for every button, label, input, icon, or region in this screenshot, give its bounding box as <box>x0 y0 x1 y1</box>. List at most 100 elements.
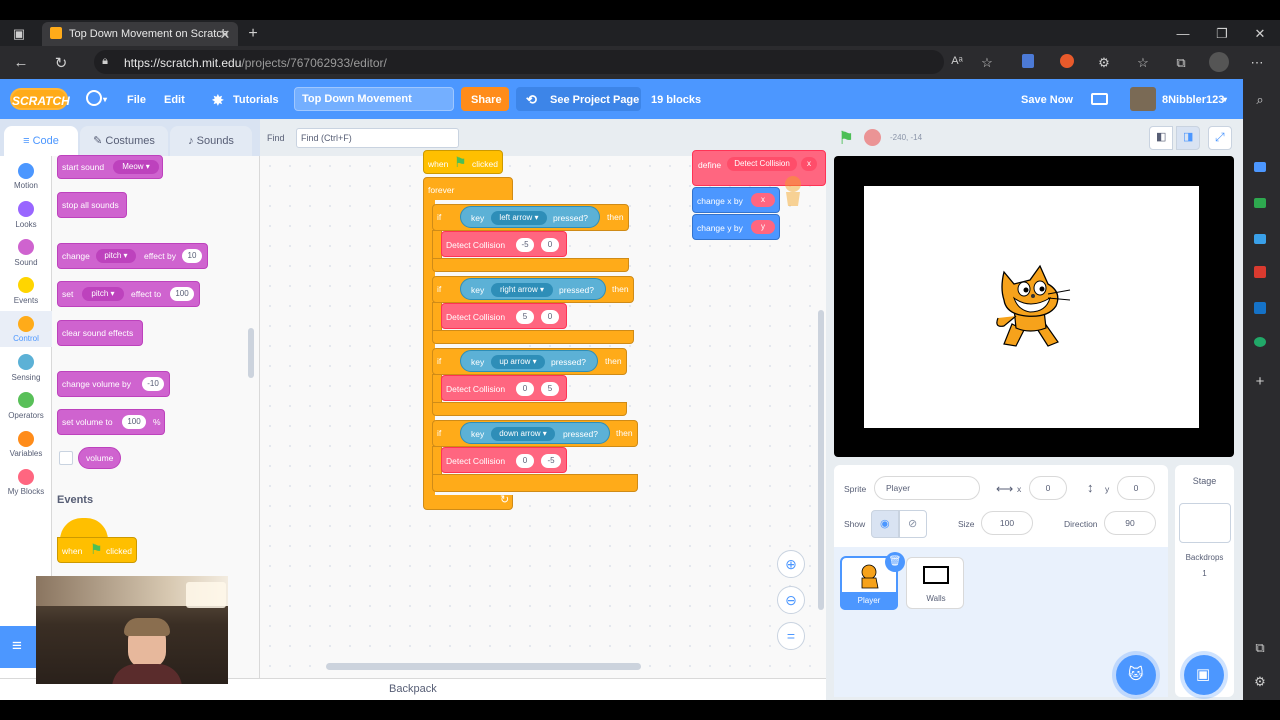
pitch-dropdown[interactable]: pitch ▾ <box>96 249 136 263</box>
category-events-label[interactable]: Events <box>0 296 52 305</box>
category-sound-label[interactable]: Sound <box>0 258 52 267</box>
change-volume-input[interactable]: -10 <box>142 377 164 391</box>
category-looks-icon[interactable] <box>18 201 34 217</box>
tab-sounds[interactable]: ♪ Sounds <box>170 126 252 156</box>
volume-reporter[interactable]: volume <box>78 447 121 469</box>
tab-costumes[interactable]: ✎ Costumes <box>80 126 168 156</box>
choose-sprite-button[interactable]: 🐱︎ <box>1116 655 1156 695</box>
detect-collision-call-down[interactable]: Detect Collision 0 -5 <box>441 447 567 473</box>
detect-right-y-input[interactable]: 0 <box>541 310 559 324</box>
category-variables-label[interactable]: Variables <box>0 449 52 458</box>
stop-all-sounds-block[interactable]: stop all sounds <box>57 192 127 218</box>
detect-collision-call-up[interactable]: Detect Collision 0 5 <box>441 375 567 401</box>
zoom-out-button[interactable]: ⊖ <box>777 586 805 614</box>
key-left-pressed-sensor[interactable]: key left arrow ▾ pressed? <box>460 206 600 228</box>
collections-icon[interactable]: ⧉ <box>1174 55 1188 71</box>
choose-backdrop-button[interactable]: ▣ <box>1184 655 1224 695</box>
sidebar-office-icon[interactable] <box>1254 266 1266 278</box>
detect-down-y-input[interactable]: -5 <box>541 454 561 468</box>
set-volume-block[interactable]: set volume to 100 % <box>57 409 165 435</box>
set-pitch-dropdown[interactable]: pitch ▾ <box>82 287 124 301</box>
detect-left-y-input[interactable]: 0 <box>541 238 559 252</box>
set-volume-input[interactable]: 100 <box>122 415 146 429</box>
set-pitch-effect-block[interactable]: set pitch ▾ effect to 100 <box>57 281 200 307</box>
show-hidden-button[interactable]: ⊘ <box>899 510 927 538</box>
edit-menu[interactable]: Edit <box>164 94 185 106</box>
define-param-x[interactable]: x <box>801 157 817 171</box>
when-flag-clicked-block[interactable]: when ⚑ clicked <box>423 150 503 174</box>
category-operators-label[interactable]: Operators <box>0 411 52 420</box>
file-menu[interactable]: File <box>127 94 146 106</box>
sprite-tile-walls[interactable]: Walls <box>906 557 964 609</box>
volume-monitor-checkbox[interactable] <box>59 451 73 465</box>
sprite-name-field[interactable]: Player <box>874 476 980 500</box>
sound-dropdown[interactable]: Meow ▾ <box>113 160 159 174</box>
tutorials-menu[interactable]: Tutorials <box>233 94 279 106</box>
close-window-icon[interactable]: ✕ <box>1253 26 1267 42</box>
tutorials-bulb-icon[interactable]: ✸ <box>212 92 224 109</box>
x-field[interactable]: 0 <box>1029 476 1067 500</box>
change-x-by-block[interactable]: change x by x <box>692 187 780 213</box>
detect-collision-call-left[interactable]: Detect Collision -5 0 <box>441 231 567 257</box>
category-operators-icon[interactable] <box>18 392 34 408</box>
size-field[interactable]: 100 <box>981 511 1033 535</box>
language-chevron-icon[interactable]: ▾ <box>103 95 107 104</box>
change-pitch-effect-block[interactable]: change pitch ▾ effect by 10 <box>57 243 208 269</box>
sidebar-outlook-icon[interactable] <box>1254 302 1266 314</box>
save-now-button[interactable]: Save Now <box>1021 94 1073 106</box>
key-down-dropdown[interactable]: down arrow ▾ <box>491 427 555 441</box>
detect-up-y-input[interactable]: 5 <box>541 382 559 396</box>
category-motion-label[interactable]: Motion <box>0 181 52 190</box>
maximize-icon[interactable]: ❐ <box>1215 26 1229 42</box>
change-y-param[interactable]: y <box>751 220 775 234</box>
clear-sound-effects-block[interactable]: clear sound effects <box>57 320 143 346</box>
palette-scrollbar[interactable] <box>248 328 254 378</box>
start-sound-block[interactable]: start sound Meow ▾ <box>57 155 163 179</box>
key-right-dropdown[interactable]: right arrow ▾ <box>491 283 553 297</box>
scratch-logo[interactable]: SCRATCH <box>10 88 70 110</box>
detect-left-x-input[interactable]: -5 <box>516 238 534 252</box>
y-field[interactable]: 0 <box>1117 476 1155 500</box>
tab-code[interactable]: ≡ Code <box>4 126 78 156</box>
new-tab-icon[interactable]: + <box>245 25 261 43</box>
show-visible-button[interactable]: ◉ <box>871 510 899 538</box>
workspace-vertical-scrollbar[interactable] <box>818 310 824 610</box>
key-up-pressed-sensor[interactable]: key up arrow ▾ pressed? <box>460 350 598 372</box>
category-myblocks-icon[interactable] <box>18 469 34 485</box>
stop-sign-icon[interactable] <box>864 129 881 146</box>
sidebar-tools-icon[interactable] <box>1254 198 1266 208</box>
fullscreen-button[interactable]: ⤢ <box>1208 126 1232 150</box>
detect-right-x-input[interactable]: 5 <box>516 310 534 324</box>
read-aloud-icon[interactable]: Aᵃ <box>950 55 964 67</box>
key-up-dropdown[interactable]: up arrow ▾ <box>491 355 545 369</box>
normal-stage-button[interactable]: ◨ <box>1176 126 1200 150</box>
small-stage-button[interactable]: ◧ <box>1149 126 1173 150</box>
stage-thumbnail[interactable] <box>1179 503 1231 543</box>
user-avatar[interactable] <box>1130 87 1156 111</box>
detect-down-x-input[interactable]: 0 <box>516 454 534 468</box>
extension-badge-icon[interactable] <box>1060 54 1074 68</box>
profile-avatar[interactable] <box>1209 52 1229 72</box>
detect-up-x-input[interactable]: 0 <box>516 382 534 396</box>
palette-when-flag-clicked-block[interactable]: when ⚑ clicked <box>57 537 137 563</box>
sidebar-search-icon[interactable]: ⌕ <box>1253 92 1267 108</box>
tab-actions-icon[interactable]: ▣ <box>10 26 28 42</box>
extensions-icon[interactable]: ⚙ <box>1097 55 1111 71</box>
workspace-horizontal-scrollbar[interactable] <box>326 663 641 670</box>
key-down-pressed-sensor[interactable]: key down arrow ▾ pressed? <box>460 422 610 444</box>
username[interactable]: 8Nibbler123 <box>1162 94 1224 106</box>
close-tab-icon[interactable]: ✕ <box>218 27 232 43</box>
category-sound-icon[interactable] <box>18 239 34 255</box>
category-sensing-label[interactable]: Sensing <box>0 373 52 382</box>
sidebar-shopping-icon[interactable] <box>1254 162 1266 172</box>
category-myblocks-label[interactable]: My Blocks <box>0 487 52 496</box>
zoom-reset-button[interactable]: = <box>777 622 805 650</box>
green-flag-icon[interactable]: ⚑ <box>838 128 854 149</box>
direction-field[interactable]: 90 <box>1104 511 1156 535</box>
extension-icon[interactable] <box>1022 54 1034 68</box>
sidebar-settings-icon[interactable]: ⚙ <box>1253 674 1267 690</box>
effect-to-input[interactable]: 100 <box>170 287 194 301</box>
category-looks-label[interactable]: Looks <box>0 220 52 229</box>
category-sensing-icon[interactable] <box>18 354 34 370</box>
delete-sprite-trash-icon[interactable]: 🗑︎ <box>885 552 905 572</box>
